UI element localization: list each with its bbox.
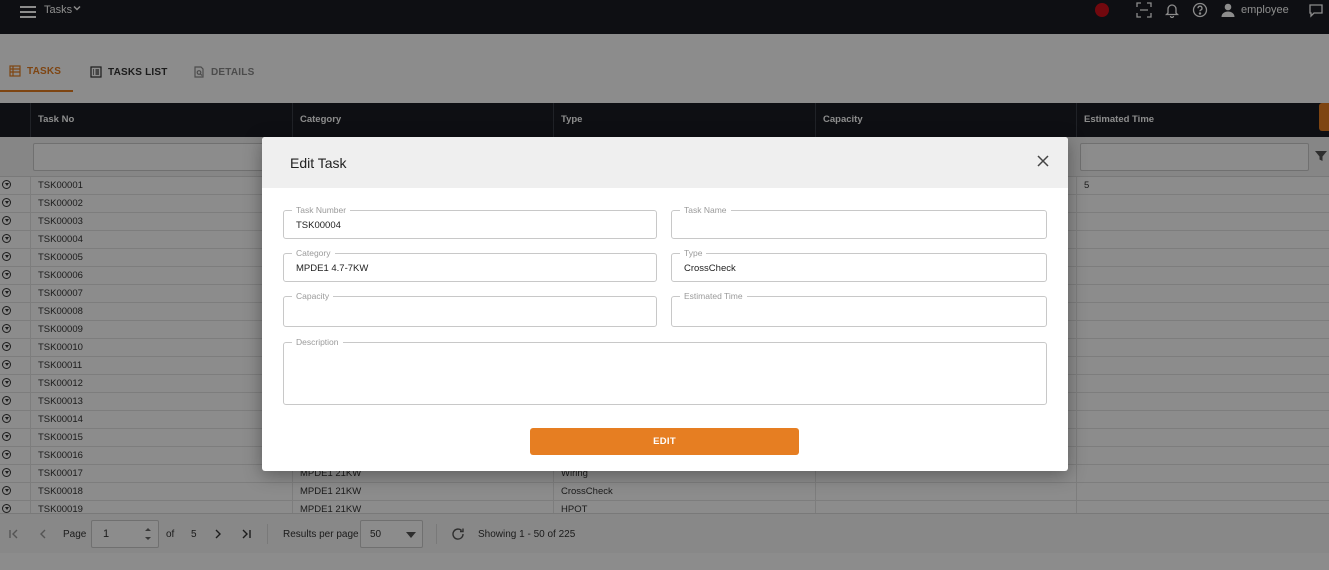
close-icon[interactable] xyxy=(1036,154,1052,170)
edit-button[interactable]: EDIT xyxy=(530,428,799,455)
category-value: MPDE1 4.7-7KW xyxy=(296,263,369,274)
estimated-time-field[interactable]: Estimated Time xyxy=(671,291,1047,327)
type-label: Type xyxy=(680,248,707,258)
task-name-label: Task Name xyxy=(680,205,731,215)
description-field[interactable]: Description xyxy=(283,337,1047,405)
task-number-label: Task Number xyxy=(292,205,351,215)
estimated-time-label: Estimated Time xyxy=(680,291,747,301)
task-name-field[interactable]: Task Name xyxy=(671,205,1047,239)
type-value: CrossCheck xyxy=(684,263,736,274)
task-number-value: TSK00004 xyxy=(296,220,341,231)
category-label: Category xyxy=(292,248,335,258)
type-field[interactable]: Type CrossCheck xyxy=(671,248,1047,282)
capacity-label: Capacity xyxy=(292,291,334,301)
edit-task-dialog: Edit Task Task Number TSK00004 Task Name… xyxy=(262,137,1068,471)
capacity-field[interactable]: Capacity xyxy=(283,291,657,327)
dialog-title: Edit Task xyxy=(290,155,347,171)
category-field[interactable]: Category MPDE1 4.7-7KW xyxy=(283,248,657,282)
task-number-field[interactable]: Task Number TSK00004 xyxy=(283,205,657,239)
description-label: Description xyxy=(292,337,343,347)
dialog-header: Edit Task xyxy=(262,137,1068,188)
